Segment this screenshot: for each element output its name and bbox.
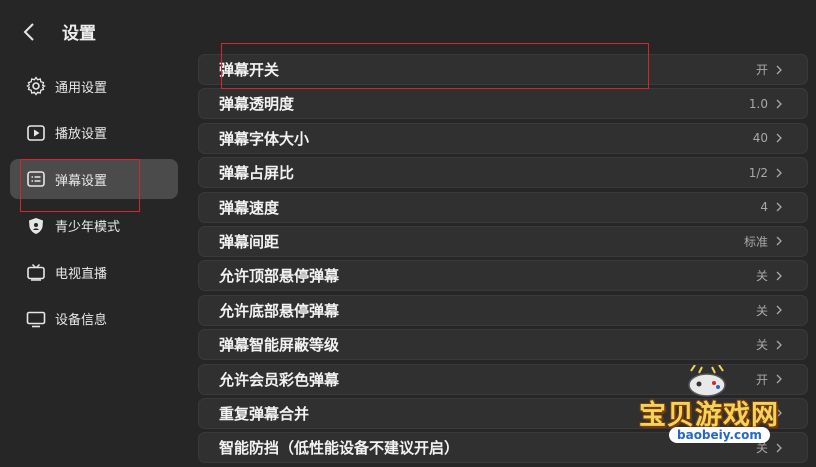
setting-value-group: 1.0 (749, 97, 783, 111)
sidebar-item-danmaku[interactable]: 弹幕设置 (10, 159, 178, 199)
header: 设置 (0, 0, 200, 64)
setting-value: 关 (755, 338, 768, 353)
sidebar: 通用设置 播放设置 弹幕设置 青少年模式 电视直播 设备信息 (10, 66, 178, 345)
setting-value: 关 (755, 303, 768, 318)
setting-label: 智能防挡（低性能设备不建议开启） (219, 439, 460, 458)
sidebar-item-label: 电视直播 (55, 266, 108, 282)
chevron-right-icon (776, 305, 782, 315)
setting-value: 开 (755, 63, 768, 77)
chevron-right-icon (776, 99, 782, 109)
page-title: 设置 (62, 24, 96, 44)
setting-row-screen-ratio[interactable]: 弹幕占屏比 1/2 (198, 157, 808, 189)
setting-label: 弹幕速度 (219, 198, 280, 217)
setting-value: 关 (755, 269, 768, 284)
setting-value: 关 (755, 441, 768, 456)
setting-label: 弹幕开关 (219, 61, 280, 79)
setting-value-group: 开 (756, 371, 783, 388)
back-button[interactable] (18, 20, 42, 44)
setting-label: 允许会员彩色弹幕 (219, 370, 340, 389)
setting-value: 1.0 (748, 96, 768, 111)
setting-value: 标准 (743, 234, 768, 249)
setting-value-group: 40 (753, 131, 783, 145)
chevron-right-icon (776, 168, 782, 178)
monitor-icon (25, 308, 47, 330)
setting-label: 允许底部悬停弹幕 (219, 301, 340, 320)
setting-value-group: 1/2 (749, 166, 783, 180)
chevron-right-icon (776, 374, 782, 384)
sidebar-item-tv-live[interactable]: 电视直播 (10, 252, 178, 292)
setting-value-group: 4 (760, 200, 783, 214)
chevron-left-icon (23, 23, 34, 41)
setting-label: 弹幕智能屏蔽等级 (219, 336, 340, 355)
setting-value-group: 开 (756, 61, 783, 78)
sidebar-item-label: 设备信息 (55, 313, 108, 328)
setting-row-merge-duplicates[interactable]: 重复弹幕合并 (198, 397, 808, 429)
chevron-right-icon (776, 133, 782, 143)
chevron-right-icon (776, 65, 782, 74)
chevron-right-icon (776, 202, 782, 212)
setting-label: 允许顶部悬停弹幕 (219, 267, 340, 286)
sidebar-item-label: 青少年模式 (55, 220, 121, 235)
setting-value-group: 关 (756, 439, 783, 456)
sidebar-item-label: 通用设置 (55, 80, 108, 96)
setting-row-smart-block[interactable]: 弹幕智能屏蔽等级 关 (198, 329, 808, 361)
setting-row-spacing[interactable]: 弹幕间距 标准 (198, 225, 808, 257)
setting-label: 弹幕占屏比 (219, 164, 295, 183)
setting-row-bottom-hover[interactable]: 允许底部悬停弹幕 关 (198, 294, 808, 326)
setting-label: 弹幕字体大小 (219, 129, 310, 148)
sidebar-item-playback[interactable]: 播放设置 (10, 113, 178, 153)
chevron-right-icon (776, 236, 782, 246)
chevron-right-icon (776, 271, 782, 281)
chevron-right-icon (776, 340, 782, 350)
setting-row-vip-color[interactable]: 允许会员彩色弹幕 开 (198, 363, 808, 395)
danmaku-icon (25, 168, 47, 190)
setting-row-top-hover[interactable]: 允许顶部悬停弹幕 关 (198, 260, 808, 292)
setting-label: 弹幕透明度 (219, 95, 295, 114)
setting-row-speed[interactable]: 弹幕速度 4 (198, 191, 808, 223)
setting-value-group (768, 408, 783, 418)
tv-antenna-icon (25, 261, 47, 283)
sidebar-item-device-info[interactable]: 设备信息 (10, 299, 178, 339)
setting-value-group: 标准 (744, 233, 783, 250)
setting-value-group: 关 (756, 336, 783, 353)
setting-value-group: 关 (756, 302, 783, 319)
setting-row-font-size[interactable]: 弹幕字体大小 40 (198, 122, 808, 154)
setting-label: 弹幕间距 (219, 232, 280, 251)
sidebar-item-general[interactable]: 通用设置 (10, 66, 178, 106)
sidebar-item-label: 播放设置 (55, 127, 108, 142)
setting-label: 重复弹幕合并 (219, 404, 310, 423)
chevron-right-icon (776, 408, 782, 418)
shield-icon (25, 215, 47, 237)
chevron-right-icon (776, 443, 782, 453)
setting-value: 开 (755, 372, 768, 387)
play-icon (25, 122, 47, 144)
sidebar-item-teen-mode[interactable]: 青少年模式 (10, 206, 178, 246)
setting-value-group: 关 (756, 267, 783, 284)
setting-row-danmaku-switch[interactable]: 弹幕开关 开 (198, 54, 808, 85)
setting-row-opacity[interactable]: 弹幕透明度 1.0 (198, 88, 808, 120)
gear-icon (25, 75, 47, 97)
setting-value: 1/2 (748, 165, 768, 180)
sidebar-item-label: 弹幕设置 (55, 173, 108, 189)
setting-value: 40 (752, 131, 768, 146)
danmaku-settings-list: 弹幕开关 开 弹幕透明度 1.0 弹幕字体大小 40 弹幕占屏比 1/2 弹幕速… (198, 54, 808, 467)
setting-value: 4 (760, 200, 768, 215)
